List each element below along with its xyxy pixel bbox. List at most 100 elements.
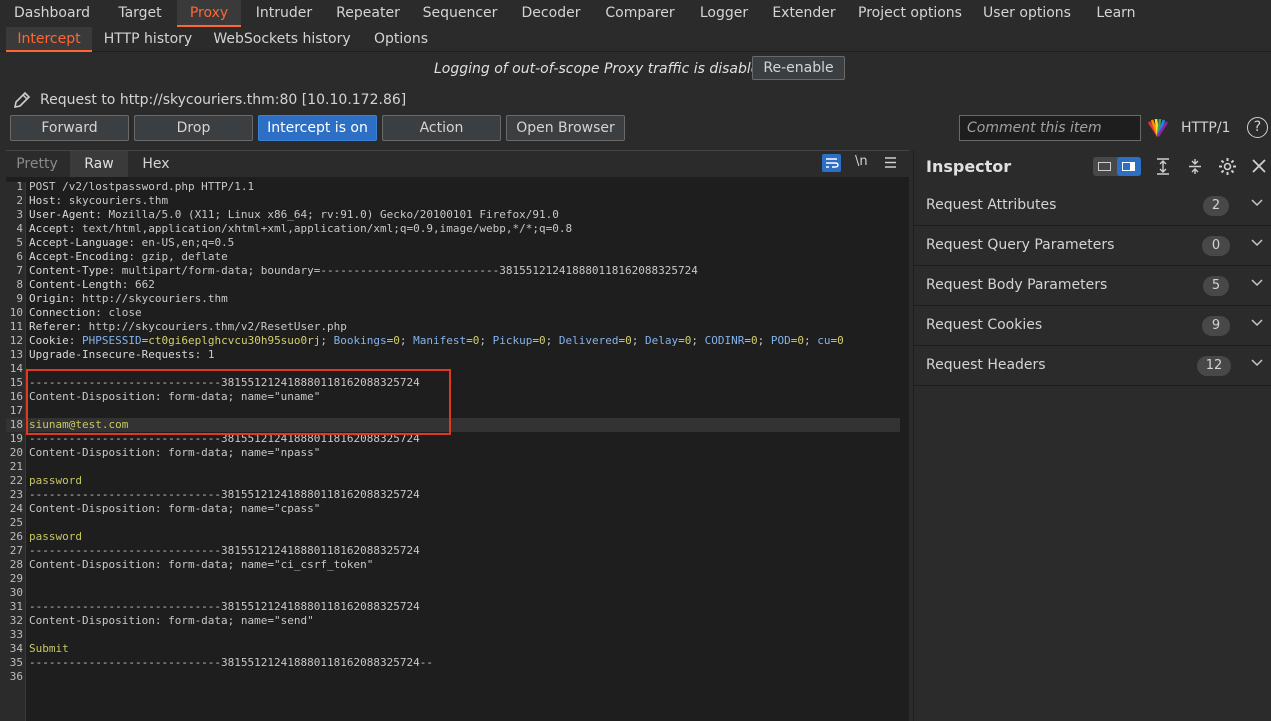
chevron-down-icon[interactable]	[1251, 319, 1263, 327]
code-line[interactable]: 4 Accept: text/html,application/xhtml+xml…	[6, 222, 909, 236]
inspector-row-request-cookies[interactable]: Request Cookies 9	[914, 306, 1271, 346]
close-icon[interactable]	[1252, 159, 1266, 173]
comment-input[interactable]	[959, 115, 1141, 141]
inspector-row-request-body-parameters[interactable]: Request Body Parameters 5	[914, 266, 1271, 306]
code-token: =	[466, 334, 473, 347]
code-line[interactable]: 3 User-Agent: Mozilla/5.0 (X11; Linux x86…	[6, 208, 909, 222]
chevron-down-icon[interactable]	[1251, 359, 1263, 367]
code-token: ;	[631, 334, 645, 347]
line-number: 8	[16, 278, 23, 291]
code-token: POST /v2/lostpassword.php HTTP/1.1	[29, 180, 255, 193]
tab-pretty[interactable]: Pretty	[6, 151, 68, 177]
collapse-all-icon[interactable]	[1188, 158, 1202, 175]
tab-learn[interactable]: Learn	[1090, 0, 1142, 27]
line-number: 25	[9, 516, 23, 529]
code-line[interactable]: 26 password	[6, 530, 909, 544]
action-button[interactable]: Action	[382, 115, 501, 141]
code-line[interactable]: 27 -----------------------------381551212…	[6, 544, 909, 558]
tab-target[interactable]: Target	[108, 0, 172, 27]
line-number: 34	[9, 642, 23, 655]
expand-all-icon[interactable]	[1156, 158, 1170, 175]
tab-project-options[interactable]: Project options	[856, 0, 964, 27]
request-target-text: Request to http://skycouriers.thm:80 [10…	[40, 92, 407, 108]
code-line[interactable]: 21	[6, 460, 909, 474]
help-icon[interactable]: ?	[1247, 117, 1268, 138]
drop-button[interactable]: Drop	[134, 115, 253, 141]
layout-horizontal-icon[interactable]	[1098, 162, 1111, 171]
tab-proxy[interactable]: Proxy	[177, 0, 241, 27]
tab-extender[interactable]: Extender	[768, 0, 840, 27]
code-token: http://skycouriers.thm	[82, 292, 228, 305]
inspector-row-request-query-parameters[interactable]: Request Query Parameters 0	[914, 226, 1271, 266]
line-number: 18	[9, 418, 23, 431]
highlight-color-icon[interactable]	[1147, 119, 1169, 137]
http-version-label[interactable]: HTTP/1	[1181, 120, 1230, 136]
code-token: Content-Disposition: form-data; name="np…	[29, 446, 321, 459]
code-line[interactable]: 22 password	[6, 474, 909, 488]
code-line[interactable]: 33	[6, 628, 909, 642]
tab-decoder[interactable]: Decoder	[516, 0, 586, 27]
reenable-button[interactable]: Re-enable	[752, 56, 845, 80]
chevron-down-icon[interactable]	[1251, 239, 1263, 247]
forward-button[interactable]: Forward	[10, 115, 129, 141]
intercept-toggle-button[interactable]: Intercept is on	[258, 115, 377, 141]
code-line[interactable]: 20 Content-Disposition: form-data; name="…	[6, 446, 909, 460]
tab-raw[interactable]: Raw	[70, 151, 128, 177]
code-line[interactable]: 24 Content-Disposition: form-data; name="…	[6, 502, 909, 516]
inspector-row-request-headers[interactable]: Request Headers 12	[914, 346, 1271, 386]
tab-http-history[interactable]: HTTP history	[100, 27, 196, 52]
code-line[interactable]: 25	[6, 516, 909, 530]
tab-websockets-history[interactable]: WebSockets history	[212, 27, 352, 52]
code-line[interactable]: 11 Referer: http://skycouriers.thm/v2/Res…	[6, 320, 909, 334]
code-line[interactable]: 35 -----------------------------381551212…	[6, 656, 909, 670]
chevron-down-icon[interactable]	[1251, 279, 1263, 287]
code-line[interactable]: 28 Content-Disposition: form-data; name="…	[6, 558, 909, 572]
word-wrap-icon[interactable]	[822, 154, 841, 172]
settings-gear-icon[interactable]	[1218, 157, 1237, 176]
code-line[interactable]: 8 Content-Length: 662	[6, 278, 909, 292]
code-line[interactable]: 30	[6, 586, 909, 600]
tab-user-options[interactable]: User options	[980, 0, 1074, 27]
tab-logger[interactable]: Logger	[696, 0, 752, 27]
tab-sequencer[interactable]: Sequencer	[420, 0, 500, 27]
tab-hex[interactable]: Hex	[130, 151, 182, 177]
code-line[interactable]: 10 Connection: close	[6, 306, 909, 320]
tab-dashboard[interactable]: Dashboard	[8, 0, 96, 27]
code-token: :	[128, 250, 142, 263]
code-line[interactable]: 9 Origin: http://skycouriers.thm	[6, 292, 909, 306]
code-line[interactable]: 36	[6, 670, 909, 684]
code-line[interactable]: 7 Content-Type: multipart/form-data; boun…	[6, 264, 909, 278]
line-text: Accept-Encoding: gzip, deflate	[29, 250, 228, 264]
open-browser-button[interactable]: Open Browser	[506, 115, 625, 141]
code-token: Upgrade-Insecure-Requests	[29, 348, 195, 361]
code-line[interactable]: 32 Content-Disposition: form-data; name="…	[6, 614, 909, 628]
code-line[interactable]: 1 POST /v2/lostpassword.php HTTP/1.1	[6, 180, 909, 194]
newline-toggle-icon[interactable]: \n	[855, 154, 868, 169]
line-number: 30	[9, 586, 23, 599]
tab-repeater[interactable]: Repeater	[330, 0, 406, 27]
chevron-down-icon[interactable]	[1251, 199, 1263, 207]
layout-vertical-icon[interactable]	[1117, 157, 1141, 176]
request-editor[interactable]: Pretty Raw Hex \n 1 POST /v2/lostpassword…	[6, 150, 909, 721]
code-line[interactable]: 34 Submit	[6, 642, 909, 656]
code-line[interactable]: 23 -----------------------------381551212…	[6, 488, 909, 502]
line-text: Cookie: PHPSESSID = ct0gi6eplghcvcu30h95su…	[29, 334, 844, 348]
code-line[interactable]: 13 Upgrade-Insecure-Requests: 1	[6, 348, 909, 362]
code-token: 0	[751, 334, 758, 347]
tab-comparer[interactable]: Comparer	[600, 0, 680, 27]
line-number: 29	[9, 572, 23, 585]
code-line[interactable]: 5 Accept-Language: en-US,en;q=0.5	[6, 236, 909, 250]
line-text: POST /v2/lostpassword.php HTTP/1.1	[29, 180, 254, 194]
inspector-row-request-attributes[interactable]: Request Attributes 2	[914, 186, 1271, 226]
line-number: 21	[9, 460, 23, 473]
menu-icon[interactable]	[884, 156, 897, 169]
code-line[interactable]: 12 Cookie: PHPSESSID = ct0gi6eplghcvcu30h95…	[6, 334, 909, 348]
tab-intercept[interactable]: Intercept	[6, 27, 92, 52]
code-line[interactable]: 31 -----------------------------381551212…	[6, 600, 909, 614]
tab-intruder[interactable]: Intruder	[250, 0, 318, 27]
code-line[interactable]: 6 Accept-Encoding: gzip, deflate	[6, 250, 909, 264]
layout-toggle[interactable]	[1093, 157, 1141, 176]
code-line[interactable]: 29	[6, 572, 909, 586]
tab-options[interactable]: Options	[368, 27, 434, 52]
code-line[interactable]: 2 Host: skycouriers.thm	[6, 194, 909, 208]
